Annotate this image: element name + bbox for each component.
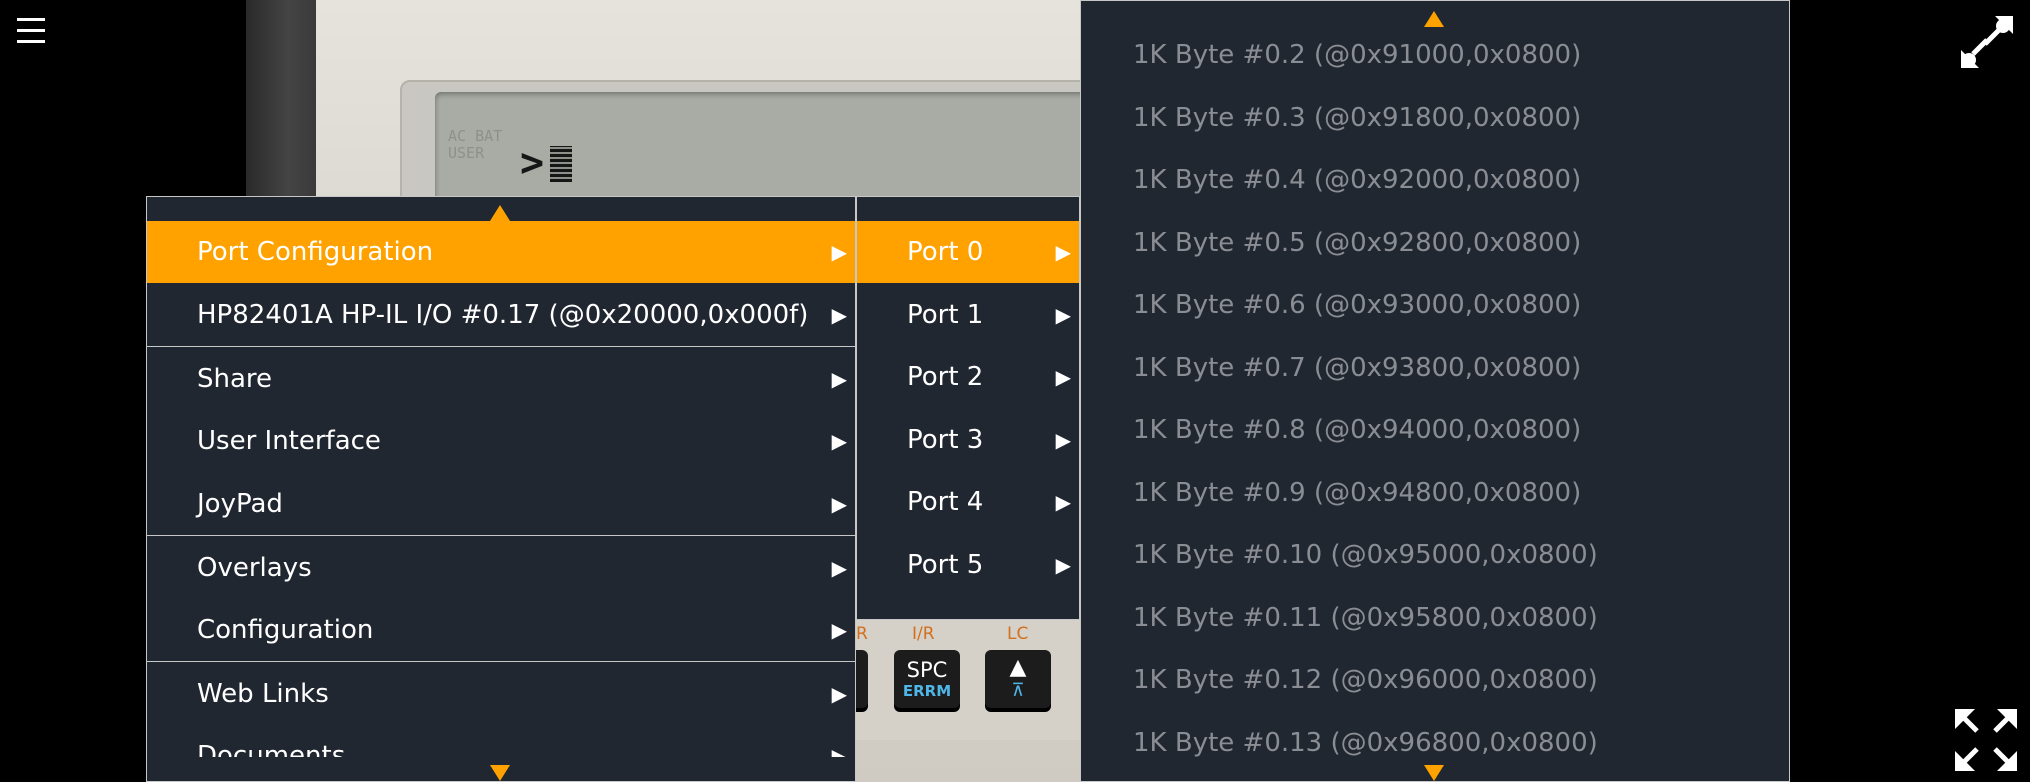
module-item[interactable]: 1K Byte #0.5 (@0x92800,0x0800) [1081, 212, 1789, 274]
submenu-arrow-icon: ▶ [1055, 303, 1071, 327]
lcd-prompt: > [520, 140, 545, 186]
module-item[interactable]: 1K Byte #0.2 (@0x91000,0x0800) [1081, 24, 1789, 86]
module-menu: 1K Byte #0.2 (@0x91000,0x0800) 1K Byte #… [1080, 0, 1790, 782]
menu-item-user-interface[interactable]: User Interface ▶ [147, 410, 855, 472]
menu-item-joypad[interactable]: JoyPad ▶ [147, 473, 855, 535]
collapse-icon[interactable] [1955, 10, 2017, 72]
module-item-label: 1K Byte #0.6 (@0x93000,0x0800) [1133, 290, 1582, 320]
port-menu: Port 0 ▶ Port 1 ▶ Port 2 ▶ Port 3 ▶ Port… [856, 196, 1080, 620]
submenu-arrow-icon: ▶ [1055, 490, 1071, 514]
lcd-cursor [550, 146, 572, 182]
menu-item-label: Port 1 [907, 300, 984, 330]
menu-item-label: Port 2 [907, 362, 984, 392]
menu-item-web-links[interactable]: Web Links ▶ [147, 663, 855, 725]
module-item[interactable]: 1K Byte #0.4 (@0x92000,0x0800) [1081, 149, 1789, 211]
submenu-arrow-icon: ▶ [1055, 428, 1071, 452]
hamburger-icon[interactable] [17, 18, 45, 44]
submenu-arrow-icon: ▶ [1055, 240, 1071, 264]
module-item[interactable]: 1K Byte #0.12 (@0x96000,0x0800) [1081, 649, 1789, 711]
menu-item-label: Documents [197, 741, 346, 757]
main-menu-scroll-down-icon[interactable] [490, 765, 510, 781]
key-label-partial: R [856, 624, 868, 644]
submenu-arrow-icon: ▶ [831, 744, 847, 757]
key-label-ir: I/R [912, 624, 935, 644]
menu-item-label: Share [197, 364, 273, 394]
menu-separator [147, 346, 855, 347]
module-item-label: 1K Byte #0.7 (@0x93800,0x0800) [1133, 353, 1582, 383]
submenu-arrow-icon: ▶ [1055, 553, 1071, 577]
menu-item-configuration[interactable]: Configuration ▶ [147, 599, 855, 661]
module-item[interactable]: 1K Byte #0.8 (@0x94000,0x0800) [1081, 399, 1789, 461]
menu-item-label: User Interface [197, 426, 381, 456]
module-item[interactable]: 1K Byte #0.9 (@0x94800,0x0800) [1081, 462, 1789, 524]
menu-item-port-4[interactable]: Port 4 ▶ [857, 471, 1079, 533]
submenu-arrow-icon: ▶ [831, 556, 847, 580]
menu-separator [147, 535, 855, 536]
module-item[interactable]: 1K Byte #0.10 (@0x95000,0x0800) [1081, 524, 1789, 586]
menu-separator [147, 661, 855, 662]
menu-item-port-configuration[interactable]: Port Configuration ▶ [147, 221, 855, 283]
submenu-arrow-icon: ▶ [831, 240, 847, 264]
menu-item-label: HP82401A HP-IL I/O #0.17 (@0x20000,0x000… [197, 300, 809, 330]
menu-item-port-3[interactable]: Port 3 ▶ [857, 409, 1079, 471]
menu-item-label: Port 3 [907, 425, 984, 455]
menu-item-hp82401a[interactable]: HP82401A HP-IL I/O #0.17 (@0x20000,0x000… [147, 284, 855, 346]
key-lc[interactable]: ▲ ⊼ [985, 650, 1051, 708]
main-menu: Port Configuration ▶ HP82401A HP-IL I/O … [146, 196, 856, 782]
key-spc-label: SPC [906, 658, 948, 682]
menu-item-label: Configuration [197, 615, 374, 645]
module-item-label: 1K Byte #0.3 (@0x91800,0x0800) [1133, 103, 1582, 133]
submenu-arrow-icon: ▶ [831, 429, 847, 453]
submenu-arrow-icon: ▶ [831, 492, 847, 516]
menu-item-documents[interactable]: Documents ▶ [147, 725, 855, 757]
module-item-label: 1K Byte #0.13 (@0x96800,0x0800) [1133, 728, 1598, 758]
menu-item-port-1[interactable]: Port 1 ▶ [857, 284, 1079, 346]
module-item[interactable]: 1K Byte #0.3 (@0x91800,0x0800) [1081, 87, 1789, 149]
menu-item-label: Port 5 [907, 550, 984, 580]
key-spc[interactable]: SPC ERRM [894, 650, 960, 708]
menu-item-overlays[interactable]: Overlays ▶ [147, 537, 855, 599]
menu-item-port-5[interactable]: Port 5 ▶ [857, 534, 1079, 596]
menu-item-port-2[interactable]: Port 2 ▶ [857, 346, 1079, 408]
key-lc-sublabel: ⊼ [1011, 680, 1025, 701]
menu-item-port-0[interactable]: Port 0 ▶ [857, 221, 1079, 283]
submenu-arrow-icon: ▶ [831, 303, 847, 327]
submenu-arrow-icon: ▶ [1055, 365, 1071, 389]
module-item-label: 1K Byte #0.10 (@0x95000,0x0800) [1133, 540, 1598, 570]
module-item-label: 1K Byte #0.4 (@0x92000,0x0800) [1133, 165, 1582, 195]
key-spc-sublabel: ERRM [902, 682, 952, 700]
menu-item-label: Port 4 [907, 487, 984, 517]
menu-item-label: Overlays [197, 553, 312, 583]
menu-item-label: Port 0 [907, 237, 984, 267]
submenu-arrow-icon: ▶ [831, 367, 847, 391]
key-label-lc: LC [1007, 624, 1029, 644]
menu-clip: Documents ▶ [147, 725, 855, 757]
module-item[interactable]: 1K Byte #0.11 (@0x95800,0x0800) [1081, 587, 1789, 649]
main-menu-scroll-up-icon[interactable] [490, 205, 510, 221]
key-lc-label: ▲ [1009, 655, 1027, 680]
fullscreen-icon[interactable] [1953, 707, 2019, 773]
menu-item-label: JoyPad [197, 489, 283, 519]
module-item-label: 1K Byte #0.8 (@0x94000,0x0800) [1133, 415, 1582, 445]
menu-item-label: Web Links [197, 679, 329, 709]
submenu-arrow-icon: ▶ [831, 682, 847, 706]
lcd-indicators: AC BAT USER [448, 127, 503, 162]
module-item-label: 1K Byte #0.9 (@0x94800,0x0800) [1133, 478, 1582, 508]
module-item[interactable]: 1K Byte #0.7 (@0x93800,0x0800) [1081, 337, 1789, 399]
menu-item-label: Port Configuration [197, 237, 434, 267]
module-item[interactable]: 1K Byte #0.6 (@0x93000,0x0800) [1081, 274, 1789, 336]
module-item-label: 1K Byte #0.5 (@0x92800,0x0800) [1133, 228, 1582, 258]
module-item-label: 1K Byte #0.2 (@0x91000,0x0800) [1133, 40, 1582, 70]
menu-item-share[interactable]: Share ▶ [147, 348, 855, 410]
submenu-arrow-icon: ▶ [831, 618, 847, 642]
module-item-label: 1K Byte #0.11 (@0x95800,0x0800) [1133, 603, 1598, 633]
module-menu-scroll-down-icon[interactable] [1424, 765, 1444, 781]
module-item-label: 1K Byte #0.12 (@0x96000,0x0800) [1133, 665, 1598, 695]
